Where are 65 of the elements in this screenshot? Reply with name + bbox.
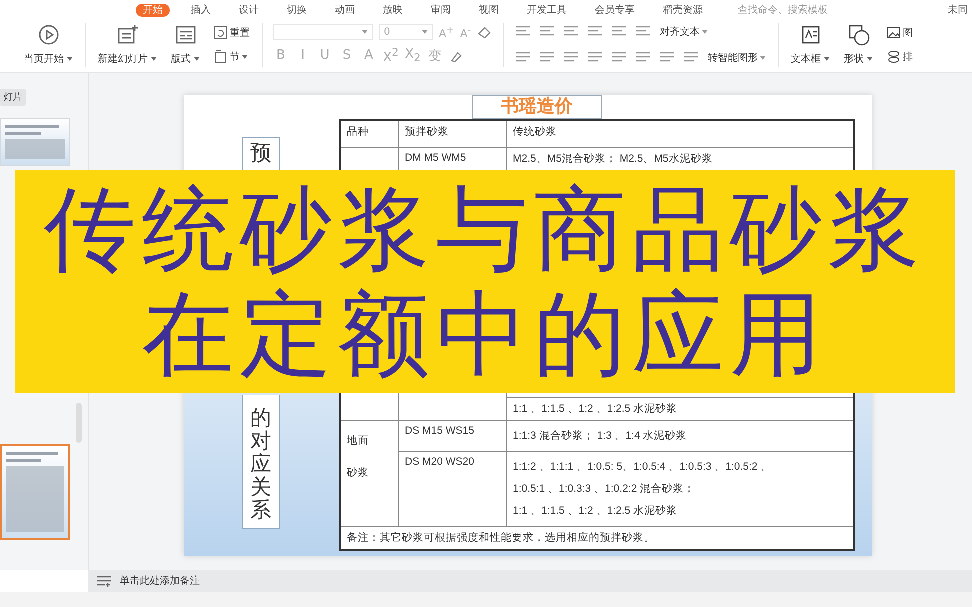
caret-icon [422,30,428,34]
caret-icon [67,57,73,61]
caret-icon [362,30,368,34]
caret-icon [760,56,766,60]
reset-button[interactable]: 重置 [212,24,252,42]
scrollbar[interactable] [76,403,82,443]
picture-button[interactable]: 图 [885,24,916,42]
table-cell-text: 砂浆 [347,466,370,481]
caret-icon [151,57,157,61]
reset-icon [214,26,228,40]
smart-graphic-button[interactable]: 转智能图形 [706,49,768,67]
column-header: 品种 [340,120,398,148]
slide-thumbnail[interactable] [0,118,70,166]
notes-bar[interactable]: 单击此处添加备注 [88,570,972,592]
eraser-icon[interactable] [477,25,494,40]
new-slide-button[interactable]: 新建幻灯片 [96,22,159,68]
layout-button[interactable]: 版式 [169,22,202,68]
caret-icon [194,57,200,61]
image-icon [887,26,902,40]
textbox-button[interactable]: 文本框 [789,22,832,68]
font-name-field[interactable] [273,24,373,40]
table-cell: DS M20 WS20 [398,452,506,526]
caret-icon [702,30,708,34]
arrange-button[interactable]: 排 [885,48,916,66]
layout-icon [174,24,196,46]
column-header: 预拌砂浆 [398,120,506,148]
table-cell-text: 1:1 、1:1.5 、1:2 、1:2.5 水泥砂浆 [513,504,679,519]
menu-tab[interactable]: 视图 [472,4,506,16]
sync-label[interactable]: 未同 [948,3,972,17]
section-icon [214,50,228,64]
menu-tab[interactable]: 开发工具 [520,4,574,16]
shapes-icon [848,24,870,46]
textbox-icon [800,24,822,46]
banner-title: 传统砂浆与商品砂浆 [44,176,926,282]
menu-tab[interactable]: 放映 [376,4,410,16]
play-button[interactable]: 当页开始 [22,22,75,68]
table-cell-text: 1:0.5:1 、1:0.3:3 、1:0.2:2 混合砂浆； [513,482,696,497]
new-slide-icon [116,24,138,46]
layers-icon [887,50,902,64]
menu-tab[interactable]: 切换 [280,4,314,16]
shape-button[interactable]: 形状 [842,22,876,68]
menu-tab[interactable]: 设计 [232,4,266,16]
section-button[interactable]: 节 [212,48,252,66]
table-cell: DS M15 WS15 [398,420,506,452]
banner-title: 在定额中的应用 [142,282,828,386]
vertical-text-box: 的对应关系 [242,395,280,529]
align-text-button[interactable]: 对齐文本 [658,23,710,41]
notes-placeholder[interactable]: 单击此处添加备注 [120,574,200,588]
notes-icon [96,575,112,587]
table-cell-text: 1:1:2 、1:1:1 、1:0.5: 5、1:0.5:4 、1:0.5:3 、1:0.5:2 、 [513,460,773,475]
menu-tab[interactable]: 审阅 [424,4,458,16]
caret-icon [242,55,248,59]
menu-tab[interactable]: 稻壳资源 [656,4,710,16]
slide-thumbnail[interactable] [0,444,70,540]
caret-icon [824,57,830,61]
table-cell-text: 1:1:3 混合砂浆； 1:3 、1:4 水泥砂浆 [513,429,688,444]
menu-tab[interactable]: 插入 [184,4,218,16]
menu-tab[interactable]: 动画 [328,4,362,16]
play-icon [38,24,60,46]
caret-icon [867,57,874,61]
vertical-text-box: 预 [242,137,280,170]
panel-label: 灯片 [0,89,26,106]
menu-tab[interactable]: 会员专享 [588,4,642,16]
table-cell-text: 地面 [347,434,370,449]
slide-title: 书瑶造价 [472,95,602,119]
